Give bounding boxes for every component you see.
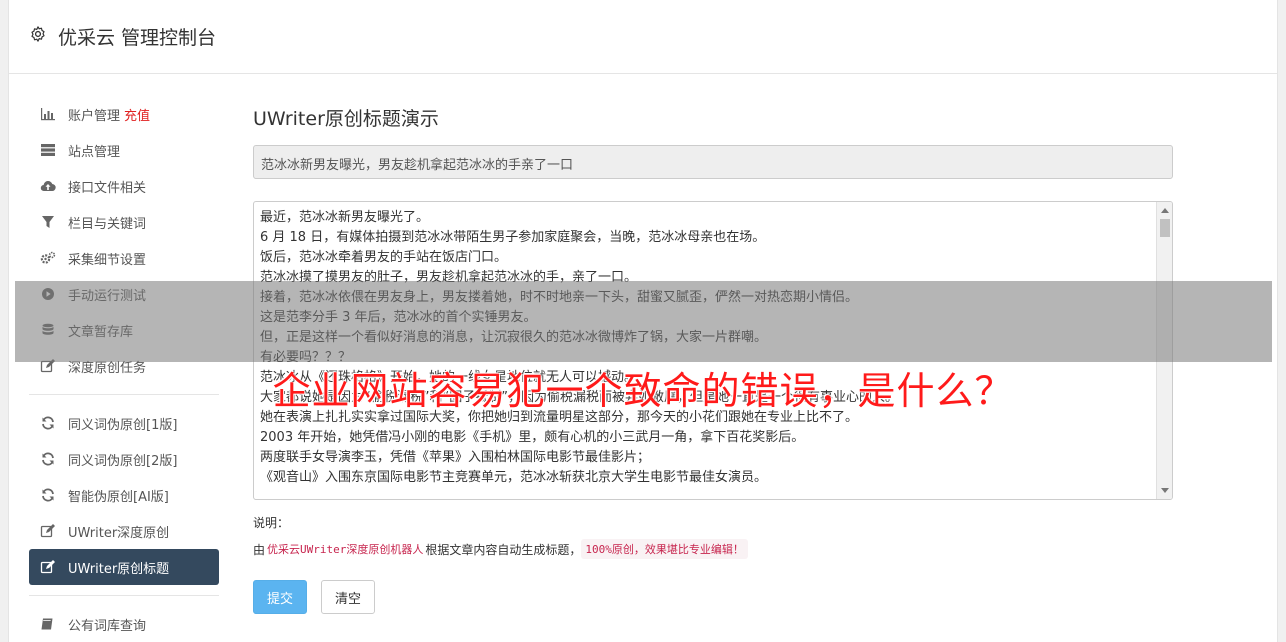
top-bar: 优采云 管理控制台 (9, 0, 1277, 74)
filter-icon (39, 215, 57, 229)
page-title: UWriter原创标题演示 (253, 108, 439, 130)
cloud-upload-icon (39, 179, 57, 193)
sidebar-item-group2-1[interactable]: 同义词伪原创[2版] (29, 441, 219, 477)
sidebar-item-label: 采集细节设置 (68, 252, 147, 268)
sidebar-divider (29, 394, 219, 395)
edit-icon (39, 560, 57, 574)
action-buttons: 提交 清空 (253, 580, 1173, 614)
content-line: 饭后，范冰冰牵着男友的手站在饭店门口。 (260, 250, 508, 265)
scroll-down-icon[interactable] (1161, 488, 1169, 493)
clear-button[interactable]: 清空 (321, 580, 375, 614)
description-prefix: 由 (253, 542, 266, 557)
description-robot-name: 优采云UWriter深度原创机器人 (267, 543, 424, 556)
cogs-icon (39, 251, 57, 265)
submit-button[interactable]: 提交 (253, 580, 307, 614)
content-line: 6 月 18 日，有媒体拍摄到范冰冰带陌生男子参加家庭聚会，当晚，范冰冰母亲也在… (260, 230, 766, 245)
sidebar-item-group3-0[interactable]: 公有词库查询 (29, 606, 219, 642)
sidebar-item-label: UWriter深度原创 (68, 525, 170, 541)
sidebar-item-group2-2[interactable]: 智能伪原创[AI版] (29, 477, 219, 513)
sidebar-item-label: 站点管理 (68, 144, 121, 160)
sidebar-item-label: 公有词库查询 (68, 618, 147, 634)
edit-icon (39, 524, 57, 538)
sidebar-item-group1-1[interactable]: 站点管理 (29, 132, 219, 168)
content-line: 《观音山》入围东京国际电影节主竞赛单元，范冰冰斩获北京大学生电影节最佳女演员。 (260, 470, 768, 485)
overlay-title: 企业网站容易犯一个致命的错误，是什么？ (272, 369, 1014, 413)
overlay-band (15, 281, 1272, 362)
sidebar-item-group1-4[interactable]: 采集细节设置 (29, 240, 219, 276)
book-icon (39, 617, 57, 631)
title-field[interactable]: 范冰冰新男友曝光，男友趁机拿起范冰冰的手亲了一口 (253, 145, 1173, 179)
sidebar-item-group2-0[interactable]: 同义词伪原创[1版] (29, 405, 219, 441)
app-title: 优采云 管理控制台 (58, 27, 217, 49)
server-icon (39, 143, 57, 157)
content-line: 两度联手女导演李玉，凭借《苹果》入围柏林国际电影节最佳影片； (260, 450, 651, 465)
scroll-thumb[interactable] (1160, 219, 1170, 237)
sidebar-item-group1-3[interactable]: 栏目与关键词 (29, 204, 219, 240)
sidebar-item-group1-2[interactable]: 接口文件相关 (29, 168, 219, 204)
sidebar-item-label: 栏目与关键词 (68, 216, 147, 232)
refresh-icon (39, 452, 57, 466)
description-label: 说明： (253, 516, 290, 530)
description: 由 优采云UWriter深度原创机器人 根据文章内容自动生成标题， 100%原创… (253, 539, 1173, 559)
sidebar-divider (29, 595, 219, 596)
refresh-icon (39, 488, 57, 502)
scroll-up-icon[interactable] (1161, 208, 1169, 213)
sidebar-item-label: 同义词伪原创[1版] (68, 417, 178, 433)
sidebar-item-label: 接口文件相关 (68, 180, 147, 196)
sidebar-item-label: 同义词伪原创[2版] (68, 453, 178, 469)
content-line: 最近，范冰冰新男友曝光了。 (260, 210, 430, 225)
sidebar-item-group1-0[interactable]: 账户管理 充值 (29, 96, 219, 132)
content-line: 2003 年开始，她凭借冯小刚的电影《手机》里，颇有心机的小三武月一角，拿下百花… (260, 430, 805, 445)
sidebar: 账户管理充值站点管理接口文件相关栏目与关键词采集细节设置手动运行测试文章暂存库深… (29, 96, 219, 642)
sidebar-item-group2-3[interactable]: UWriter深度原创 (29, 513, 219, 549)
refresh-icon (39, 416, 57, 430)
recharge-link[interactable]: 充值 (124, 105, 150, 124)
bar-chart-icon (39, 107, 57, 121)
sidebar-item-group2-4[interactable]: UWriter原创标题 (29, 549, 219, 585)
gear-icon (31, 26, 45, 42)
sidebar-item-label: 智能伪原创[AI版] (68, 489, 169, 505)
description-highlight: 100%原创，效果堪比专业编辑！ (581, 539, 748, 559)
sidebar-item-label: UWriter原创标题 (68, 561, 170, 577)
sidebar-item-label: 账户管理 (68, 108, 121, 124)
description-middle: 根据文章内容自动生成标题， (425, 542, 582, 557)
